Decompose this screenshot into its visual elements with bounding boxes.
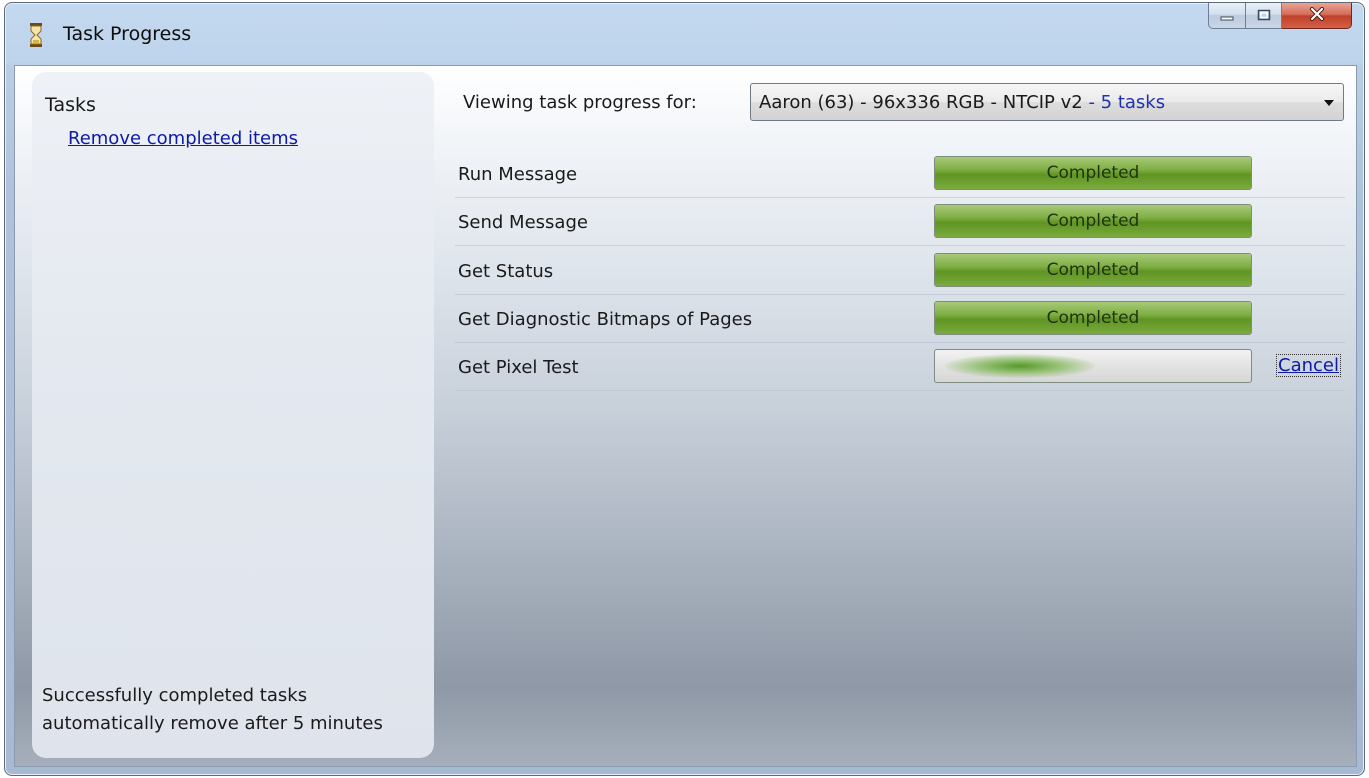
hourglass-icon xyxy=(29,23,43,47)
task-status: Completed xyxy=(1046,260,1140,280)
title-bar[interactable]: Task Progress xyxy=(5,3,1364,65)
maximize-button[interactable] xyxy=(1246,3,1282,29)
task-name: Get Pixel Test xyxy=(458,357,579,378)
task-progress-bar-indeterminate xyxy=(934,349,1252,383)
task-status: Completed xyxy=(1046,308,1140,328)
remove-completed-link[interactable]: Remove completed items xyxy=(68,128,298,149)
task-count: - 5 tasks xyxy=(1082,92,1166,113)
task-progress-window: Task Progress Tasks Remove completed ite… xyxy=(4,2,1365,776)
auto-remove-note-line1: Successfully completed tasks xyxy=(42,685,308,706)
task-row: Get Pixel Test Cancel xyxy=(455,342,1345,391)
task-name: Get Status xyxy=(458,261,554,282)
task-progress-bar: Completed xyxy=(934,204,1252,238)
window-title: Task Progress xyxy=(63,23,192,45)
task-status: Completed xyxy=(1046,211,1140,231)
task-name: Send Message xyxy=(458,212,588,233)
tasks-sidebar: Tasks Remove completed items Successfull… xyxy=(32,72,434,758)
auto-remove-note-line2: automatically remove after 5 minutes xyxy=(42,713,383,734)
minimize-button[interactable] xyxy=(1208,3,1246,29)
minimize-icon xyxy=(1220,6,1234,25)
window-controls xyxy=(1208,3,1352,31)
cancel-task-link[interactable]: Cancel xyxy=(1276,354,1341,377)
task-row: Send Message Completed xyxy=(455,197,1345,246)
client-area: Tasks Remove completed items Successfull… xyxy=(14,65,1357,767)
task-name: Run Message xyxy=(458,164,578,185)
task-progress-bar: Completed xyxy=(934,253,1252,287)
task-row: Run Message Completed xyxy=(455,149,1345,198)
maximize-icon xyxy=(1257,6,1271,25)
device-select[interactable]: Aaron (63) - 96x336 RGB - NTCIP v2 - 5 t… xyxy=(750,83,1344,121)
task-progress-bar: Completed xyxy=(934,156,1252,190)
auto-remove-note: Successfully completed tasks automatical… xyxy=(42,682,383,738)
task-row: Get Diagnostic Bitmaps of Pages Complete… xyxy=(455,294,1345,343)
viewing-label: Viewing task progress for: xyxy=(463,92,697,113)
close-icon xyxy=(1309,6,1325,25)
task-progress-bar: Completed xyxy=(934,301,1252,335)
task-row: Get Status Completed xyxy=(455,246,1345,295)
task-name: Get Diagnostic Bitmaps of Pages xyxy=(458,309,753,330)
task-status: Completed xyxy=(1046,163,1140,183)
device-name: Aaron (63) - 96x336 RGB - NTCIP v2 xyxy=(759,92,1083,113)
tasks-heading: Tasks xyxy=(45,94,96,116)
chevron-down-icon[interactable] xyxy=(1324,100,1334,106)
close-button[interactable] xyxy=(1282,3,1352,29)
progress-marquee xyxy=(945,354,1095,378)
device-select-value: Aaron (63) - 96x336 RGB - NTCIP v2 - 5 t… xyxy=(759,92,1165,113)
